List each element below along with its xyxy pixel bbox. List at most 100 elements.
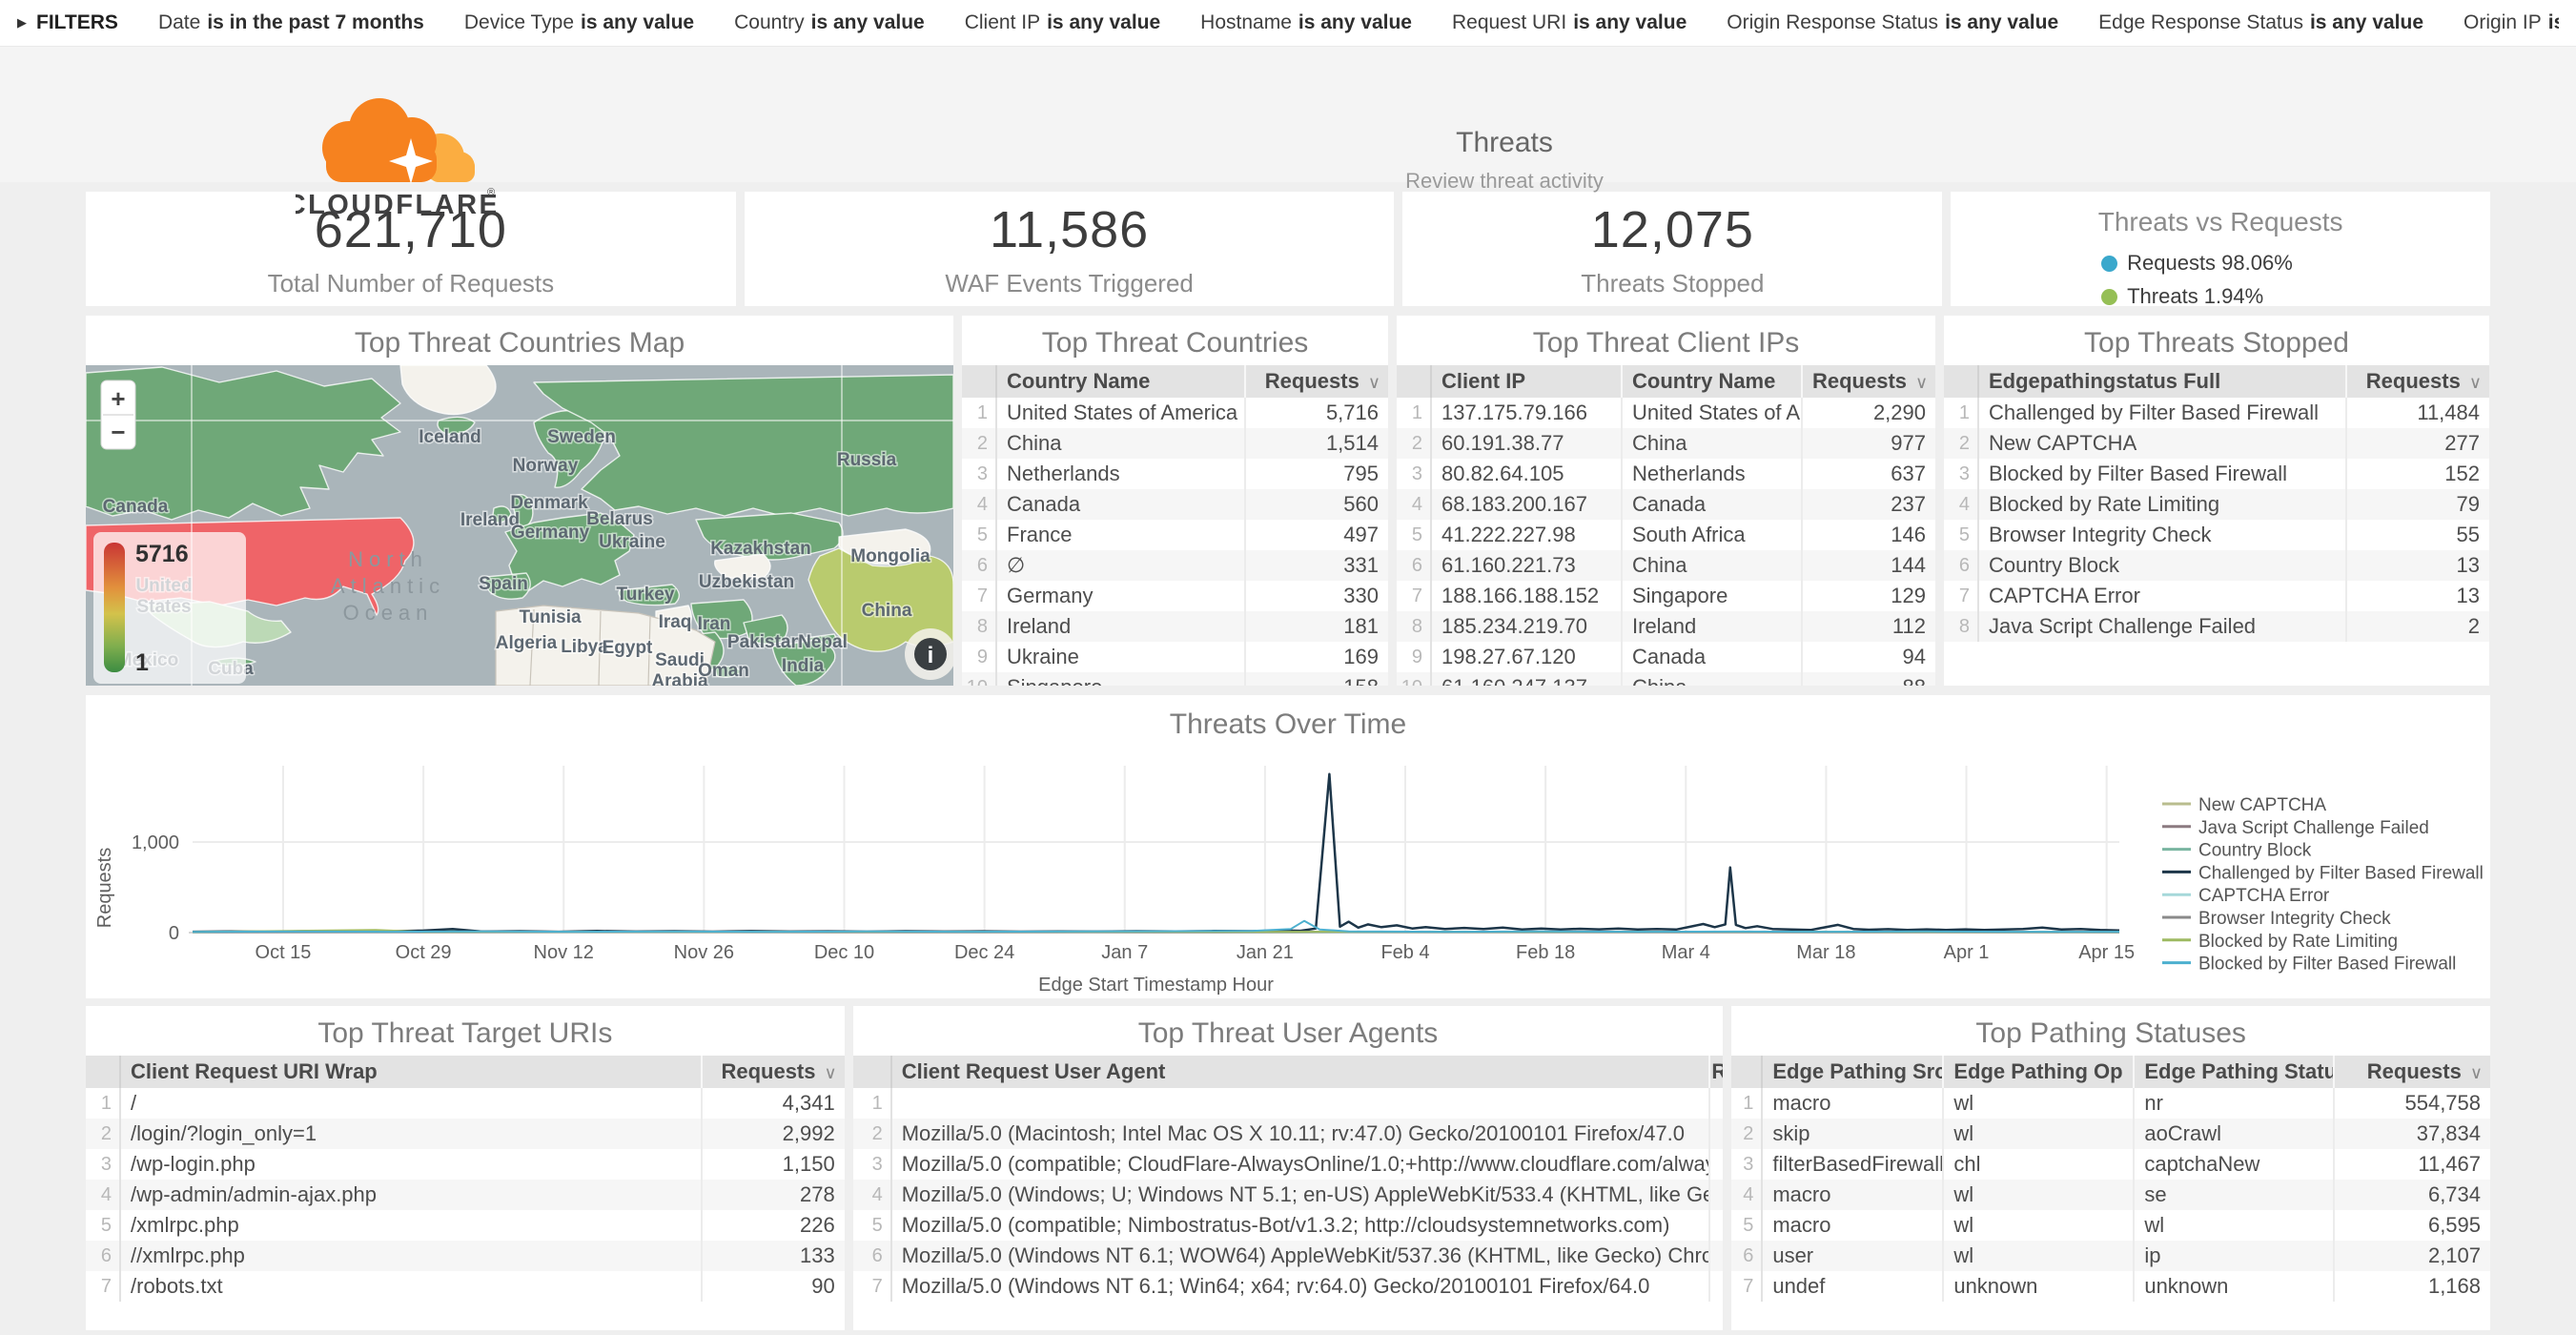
table-row[interactable]: 1macrowlnr554,758 (1731, 1088, 2490, 1119)
table-row[interactable]: 2skipwlaoCrawl37,834 (1731, 1119, 2490, 1149)
column-header-client-ip[interactable]: Client IP (1431, 365, 1622, 398)
column-header-requests[interactable]: Requests ∨ (1802, 365, 1935, 398)
world-map[interactable]: CanadaUnitedStatesMexicoCubaIcelandIrela… (86, 365, 953, 686)
table-row[interactable]: 6Country Block13 (1944, 550, 2489, 581)
column-header-client-request-uri-wrap[interactable]: Client Request URI Wrap (120, 1056, 702, 1088)
table-row[interactable]: 3/wp-login.php1,150 (86, 1149, 845, 1180)
table-row[interactable]: 6Mozilla/5.0 (Windows NT 6.1; WOW64) App… (853, 1241, 1724, 1271)
filter-date[interactable]: Dateis in the past 7 months (158, 11, 424, 34)
top-pathing-statuses-table-wrap[interactable]: Edge Pathing SrcEdge Pathing OpEdge Path… (1731, 1056, 2490, 1330)
cell: Mozilla/5.0 (compatible; Nimbostratus-Bo… (891, 1210, 1710, 1241)
column-header-edgepathingstatus-full[interactable]: Edgepathingstatus Full (1978, 365, 2346, 398)
threats-over-time-chart[interactable]: Oct 15Oct 29Nov 12Nov 26Dec 10Dec 24Jan … (86, 737, 2490, 998)
table-row[interactable]: 6∅331 (962, 550, 1388, 581)
table-row[interactable]: 5Browser Integrity Check55 (1944, 520, 2489, 550)
table-row[interactable]: 5macrowlwl6,595 (1731, 1210, 2490, 1241)
column-header-client-request-user-agent[interactable]: Client Request User Agent (891, 1056, 1710, 1088)
filter-edge-response-status[interactable]: Edge Response Statusis any value (2098, 11, 2423, 34)
legend-item-requests[interactable]: Requests 98.06% (2101, 251, 2340, 276)
filter-origin-ip[interactable]: Origin IPis any value (2464, 11, 2559, 34)
table-row[interactable]: 8Java Script Challenge Failed2 (1944, 611, 2489, 642)
top-threat-target-uris-table-wrap[interactable]: Client Request URI WrapRequests ∨1/4,341… (86, 1056, 845, 1330)
table-row[interactable]: 5Mozilla/5.0 (compatible; Nimbostratus-B… (853, 1210, 1724, 1241)
filter-country[interactable]: Countryis any value (734, 11, 925, 34)
chart-legend-item-java-script-challenge-failed[interactable]: Java Script Challenge Failed (2162, 818, 2429, 838)
table-row[interactable]: 9Ukraine169 (962, 642, 1388, 672)
column-header-requests[interactable]: Requests ∨ (702, 1056, 845, 1088)
column-header-country-name[interactable]: Country Name (1622, 365, 1802, 398)
filter-client-ip[interactable]: Client IPis any value (965, 11, 1160, 34)
column-header-edge-pathing-status[interactable]: Edge Pathing Status (2134, 1056, 2334, 1088)
table-row[interactable]: 4Mozilla/5.0 (Windows; U; Windows NT 5.1… (853, 1180, 1724, 1210)
table-row[interactable]: 7188.166.188.152Singapore129 (1397, 581, 1935, 611)
table-row[interactable]: 541.222.227.98South Africa146 (1397, 520, 1935, 550)
table-row[interactable]: 9198.27.67.120Canada94 (1397, 642, 1935, 672)
column-header-requests[interactable]: Requests ∨ (2346, 365, 2489, 398)
chart-legend-item-blocked-by-rate-limiting[interactable]: Blocked by Rate Limiting (2162, 932, 2398, 952)
table-row[interactable]: 2/login/?login_only=12,992 (86, 1119, 845, 1149)
table-row[interactable]: 7Germany330 (962, 581, 1388, 611)
table-row[interactable]: 1061.160.247.137China88 (1397, 672, 1935, 686)
table-row[interactable]: 468.183.200.167Canada237 (1397, 489, 1935, 520)
stat-threats-stopped: 12,075 Threats Stopped (1402, 192, 1942, 306)
table-row[interactable]: 3filterBasedFirewallchlcaptchaNew11,467 (1731, 1149, 2490, 1180)
table-row[interactable]: 661.160.221.73China144 (1397, 550, 1935, 581)
top-threats-stopped-table-wrap[interactable]: Edgepathingstatus FullRequests ∨1Challen… (1944, 365, 2489, 686)
table-row[interactable]: 1Challenged by Filter Based Firewall11,4… (1944, 398, 2489, 428)
table-row[interactable]: 2New CAPTCHA277 (1944, 428, 2489, 459)
chart-legend-item-browser-integrity-check[interactable]: Browser Integrity Check (2162, 909, 2391, 929)
table-row[interactable]: 7CAPTCHA Error13 (1944, 581, 2489, 611)
table-row[interactable]: 4Canada560 (962, 489, 1388, 520)
table-row[interactable]: 3Netherlands795 (962, 459, 1388, 489)
table-row[interactable]: 6userwlip2,107 (1731, 1241, 2490, 1271)
table-row[interactable]: 10Singapore158 (962, 672, 1388, 686)
chart-legend-item-challenged-by-filter-based-firewall[interactable]: Challenged by Filter Based Firewall (2162, 863, 2484, 883)
zoom-out-button[interactable]: − (111, 418, 125, 446)
filter-origin-response-status[interactable]: Origin Response Statusis any value (1727, 11, 2058, 34)
column-header-edge-pathing-op[interactable]: Edge Pathing Op (1943, 1056, 2134, 1088)
cell: France (996, 520, 1245, 550)
column-header-requests[interactable]: Requests ∨ (2334, 1056, 2490, 1088)
table-row[interactable]: 1United States of America5,716 (962, 398, 1388, 428)
chart-legend-item-captcha-error[interactable]: CAPTCHA Error (2162, 886, 2330, 906)
table-row[interactable]: 5France497 (962, 520, 1388, 550)
table-row[interactable]: 4/wp-admin/admin-ajax.php278 (86, 1180, 845, 1210)
filter-device-type[interactable]: Device Typeis any value (464, 11, 694, 34)
table-row[interactable]: 3Mozilla/5.0 (compatible; CloudFlare-Alw… (853, 1149, 1724, 1180)
table-row[interactable]: 2Mozilla/5.0 (Macintosh; Intel Mac OS X … (853, 1119, 1724, 1149)
sort-desc-icon: ∨ (1911, 373, 1928, 392)
table-row[interactable]: 7/robots.txt90 (86, 1271, 845, 1302)
table-row[interactable]: 1/4,341 (86, 1088, 845, 1119)
table-row[interactable]: 7undefunknownunknown1,168 (1731, 1271, 2490, 1302)
table-row[interactable]: 4macrowlse6,734 (1731, 1180, 2490, 1210)
table-row[interactable]: 4Blocked by Rate Limiting79 (1944, 489, 2489, 520)
zoom-in-button[interactable]: + (111, 384, 125, 413)
sort-desc-icon: ∨ (2464, 373, 2482, 392)
table-row[interactable]: 5/xmlrpc.php226 (86, 1210, 845, 1241)
table-row[interactable]: 1137.175.79.166United States of America2… (1397, 398, 1935, 428)
top-threat-client-ips-table-wrap[interactable]: Client IPCountry NameRequests ∨1137.175.… (1397, 365, 1935, 686)
filters-expander[interactable]: ▶ FILTERS (17, 11, 118, 34)
map-svg[interactable]: CanadaUnitedStatesMexicoCubaIcelandIrela… (86, 365, 953, 686)
top-threat-countries-table-wrap[interactable]: Country NameRequests ∨1United States of … (962, 365, 1388, 686)
chart-legend-item-new-captcha[interactable]: New CAPTCHA (2162, 795, 2326, 815)
table-row[interactable]: 1 (853, 1088, 1724, 1119)
table-row[interactable]: 3Blocked by Filter Based Firewall152 (1944, 459, 2489, 489)
top-threat-user-agents-table-wrap[interactable]: Client Request User AgentRequests ∨12Moz… (853, 1056, 1724, 1330)
filter-hostname[interactable]: Hostnameis any value (1200, 11, 1412, 34)
column-header-edge-pathing-src[interactable]: Edge Pathing Src (1762, 1056, 1943, 1088)
column-header-requests[interactable]: Requests ∨ (1245, 365, 1388, 398)
table-row[interactable]: 8185.234.219.70Ireland112 (1397, 611, 1935, 642)
table-row[interactable]: 6//xmlrpc.php133 (86, 1241, 845, 1271)
table-row[interactable]: 7Mozilla/5.0 (Windows NT 6.1; Win64; x64… (853, 1271, 1724, 1302)
filter-request-uri[interactable]: Request URIis any value (1452, 11, 1687, 34)
chart-legend-item-country-block[interactable]: Country Block (2162, 841, 2312, 861)
table-row[interactable]: 2China1,514 (962, 428, 1388, 459)
table-row[interactable]: 380.82.64.105Netherlands637 (1397, 459, 1935, 489)
table-row[interactable]: 8Ireland181 (962, 611, 1388, 642)
table-row[interactable]: 260.191.38.77China977 (1397, 428, 1935, 459)
column-header-requests[interactable]: Requests ∨ (1709, 1056, 1723, 1088)
legend-item-threats[interactable]: Threats 1.94% (2101, 284, 2340, 306)
column-header-country-name[interactable]: Country Name (996, 365, 1245, 398)
chart-legend-item-blocked-by-filter-based-firewall[interactable]: Blocked by Filter Based Firewall (2162, 955, 2456, 975)
